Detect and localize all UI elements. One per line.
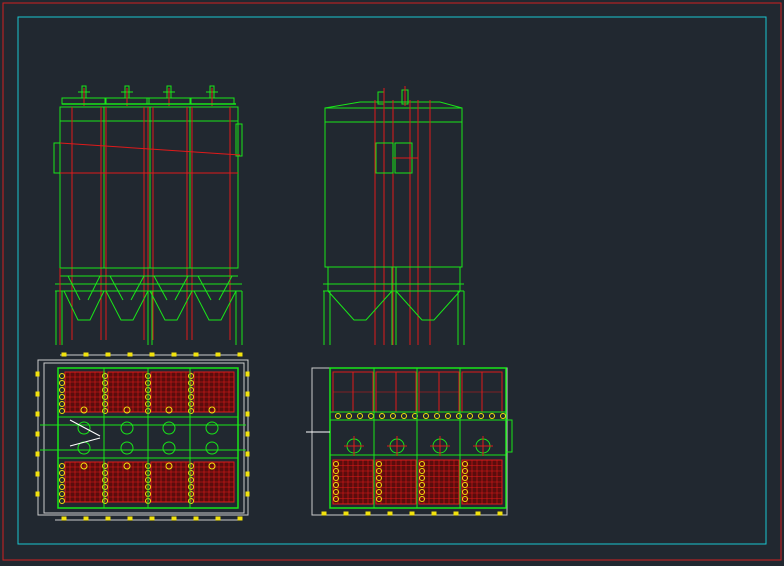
dim-tick bbox=[35, 451, 40, 457]
dim-tick bbox=[193, 516, 199, 521]
dim-tick bbox=[237, 516, 243, 521]
dim-tick bbox=[105, 352, 111, 357]
dim-tick bbox=[127, 352, 133, 357]
dim-tick bbox=[149, 516, 155, 521]
dim-tick bbox=[365, 511, 371, 516]
dim-tick bbox=[245, 391, 250, 397]
dim-tick bbox=[245, 451, 250, 457]
dim-tick bbox=[409, 511, 415, 516]
dim-tick bbox=[171, 352, 177, 357]
dim-tick bbox=[245, 371, 250, 377]
dim-tick bbox=[35, 471, 40, 477]
dim-tick bbox=[343, 511, 349, 516]
dim-tick bbox=[105, 516, 111, 521]
dim-tick bbox=[387, 511, 393, 516]
dim-tick bbox=[431, 511, 437, 516]
dim-tick bbox=[497, 511, 503, 516]
dim-tick bbox=[61, 352, 67, 357]
dim-tick bbox=[245, 431, 250, 437]
dim-tick bbox=[35, 391, 40, 397]
dim-tick bbox=[193, 352, 199, 357]
dim-tick bbox=[35, 371, 40, 377]
dim-tick bbox=[245, 471, 250, 477]
dim-tick bbox=[215, 516, 221, 521]
dim-tick bbox=[475, 511, 481, 516]
dim-tick bbox=[321, 511, 327, 516]
dim-tick bbox=[35, 411, 40, 417]
dim-tick bbox=[215, 352, 221, 357]
dim-tick bbox=[149, 352, 155, 357]
dim-tick bbox=[171, 516, 177, 521]
dim-tick bbox=[83, 352, 89, 357]
dim-tick bbox=[237, 352, 243, 357]
dim-tick bbox=[245, 491, 250, 497]
dim-tick bbox=[35, 491, 40, 497]
dim-tick bbox=[453, 511, 459, 516]
dim-tick bbox=[35, 431, 40, 437]
cad-drawing-canvas[interactable] bbox=[0, 0, 784, 566]
dim-tick bbox=[127, 516, 133, 521]
dim-tick bbox=[61, 516, 67, 521]
dim-tick bbox=[83, 516, 89, 521]
dim-tick bbox=[245, 411, 250, 417]
